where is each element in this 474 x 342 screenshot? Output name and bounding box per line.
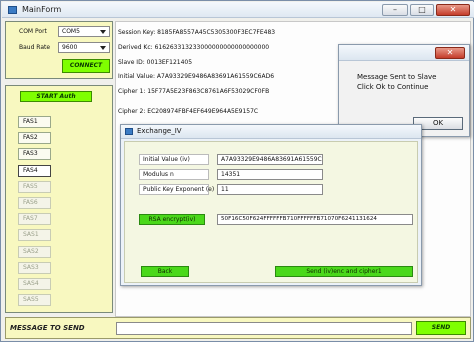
- modulus-field[interactable]: 14351: [217, 169, 323, 180]
- message-input[interactable]: [116, 322, 412, 335]
- derived-kc-text: Derived Kc: 6162633132330000000000000000…: [118, 44, 270, 51]
- cipher1-text: Cipher 1: 15F77A5E23F863C8761A6F53029CF0…: [118, 88, 270, 95]
- maximize-button[interactable]: □: [410, 4, 434, 16]
- sensor-button-fas5[interactable]: FAS5: [18, 180, 51, 193]
- rsa-result-field[interactable]: 50F16C50F624FFFFFFB710FFFFFFB71070F62411…: [217, 214, 413, 225]
- com-port-label: COM Port: [19, 28, 47, 35]
- message-bar: MESSAGE TO SEND SEND: [5, 317, 471, 339]
- sensor-panel: START Auth FAS1 FAS2 FAS3 FAS4 FAS5 FAS6 FAS7 S…: [5, 85, 113, 313]
- com-port-select[interactable]: COM5: [58, 26, 110, 37]
- sensor-button-fas4[interactable]: FAS4: [18, 164, 51, 177]
- com-port-value: COM5: [62, 28, 80, 35]
- sensor-button-sas2[interactable]: SAS2: [18, 245, 51, 258]
- sensor-button-sas1[interactable]: SAS1: [18, 229, 51, 242]
- iv-field[interactable]: A7A93329E9486A83691A61559C6AD6: [217, 154, 323, 165]
- back-button[interactable]: Back: [141, 266, 189, 277]
- dialog-close-button[interactable]: ✕: [435, 47, 465, 59]
- sensor-button-fas6[interactable]: FAS6: [18, 197, 51, 209]
- baud-rate-select[interactable]: 9600: [58, 42, 110, 53]
- exchange-dialog-body: Initial Value (iv) A7A93329E9486A83691A6…: [124, 141, 418, 283]
- chevron-down-icon: [100, 30, 106, 34]
- start-auth-button[interactable]: START Auth: [20, 91, 92, 102]
- sensor-button-fas1[interactable]: FAS1: [18, 116, 51, 128]
- connect-button[interactable]: CONNECT: [62, 59, 110, 73]
- baud-rate-label: Baud Rate: [19, 44, 51, 51]
- sensor-button-fas3[interactable]: FAS3: [18, 148, 51, 161]
- modulus-label: Modulus n: [139, 169, 209, 180]
- window-title: MainForm: [22, 5, 62, 14]
- exchange-dialog-titlebar: Exchange_IV: [121, 125, 421, 139]
- baud-rate-value: 9600: [62, 44, 78, 51]
- message-text-line2: Click Ok to Continue: [357, 83, 429, 91]
- settings-panel: COM Port COM5 Baud Rate 9600 CONNECT: [5, 21, 113, 79]
- title-bar: MainForm – □ ✕: [2, 2, 474, 18]
- initial-value-text: Initial Value: A7A93329E9486A83691A61559…: [118, 73, 275, 80]
- close-button[interactable]: ✕: [436, 4, 470, 16]
- app-icon: [8, 6, 17, 14]
- sensor-button-fas2[interactable]: FAS2: [18, 132, 51, 145]
- chevron-down-icon: [100, 46, 106, 50]
- session-key-text: Session Key: 8185FA8557A45C5305300F3EC7F…: [118, 29, 276, 36]
- exchange-dialog-title: Exchange_IV: [137, 127, 182, 135]
- cipher2-text: Cipher 2: EC208974FBF4EF649E964A5E9157C: [118, 108, 259, 115]
- minimize-button[interactable]: –: [382, 4, 408, 16]
- exchange-iv-dialog: Exchange_IV Initial Value (iv) A7A93329E…: [120, 124, 422, 286]
- sensor-button-sas5[interactable]: SAS5: [18, 294, 51, 307]
- message-label: MESSAGE TO SEND: [10, 324, 85, 332]
- send-button[interactable]: SEND: [416, 321, 466, 335]
- message-text-line1: Message Sent to Slave: [357, 73, 437, 81]
- message-dialog-titlebar: ✕: [339, 45, 469, 61]
- dialog-icon: [125, 128, 133, 135]
- sensor-button-sas4[interactable]: SAS4: [18, 278, 51, 290]
- sensor-button-sas3[interactable]: SAS3: [18, 261, 51, 274]
- iv-label: Initial Value (iv): [139, 154, 209, 165]
- exponent-field[interactable]: 11: [217, 184, 323, 195]
- rsa-encrypt-button[interactable]: RSA encrypt(iv): [139, 214, 205, 225]
- send-iv-button[interactable]: Send (iv)enc and cipher1: [275, 266, 413, 277]
- exponent-label: Public Key Exponent (e): [139, 184, 214, 195]
- slave-id-text: Slave ID: 0013EF121405: [118, 59, 193, 66]
- sensor-button-fas7[interactable]: FAS7: [18, 213, 51, 226]
